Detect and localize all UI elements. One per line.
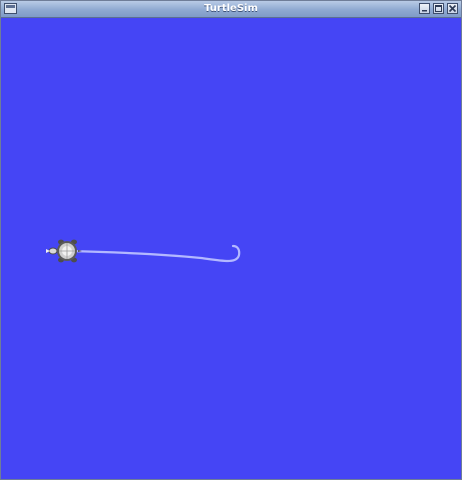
turtlesim-window: TurtleSim (0, 0, 462, 480)
turtle-canvas (1, 18, 461, 479)
maximize-icon (435, 5, 442, 12)
window-title: TurtleSim (204, 3, 258, 14)
pen-trail (65, 244, 241, 263)
maximize-button[interactable] (433, 3, 444, 14)
turtle-icon (46, 239, 82, 263)
title-bar[interactable]: TurtleSim (1, 1, 461, 18)
close-icon (448, 4, 457, 13)
close-button[interactable] (447, 3, 458, 14)
minimize-icon (422, 10, 427, 12)
minimize-button[interactable] (419, 3, 430, 14)
